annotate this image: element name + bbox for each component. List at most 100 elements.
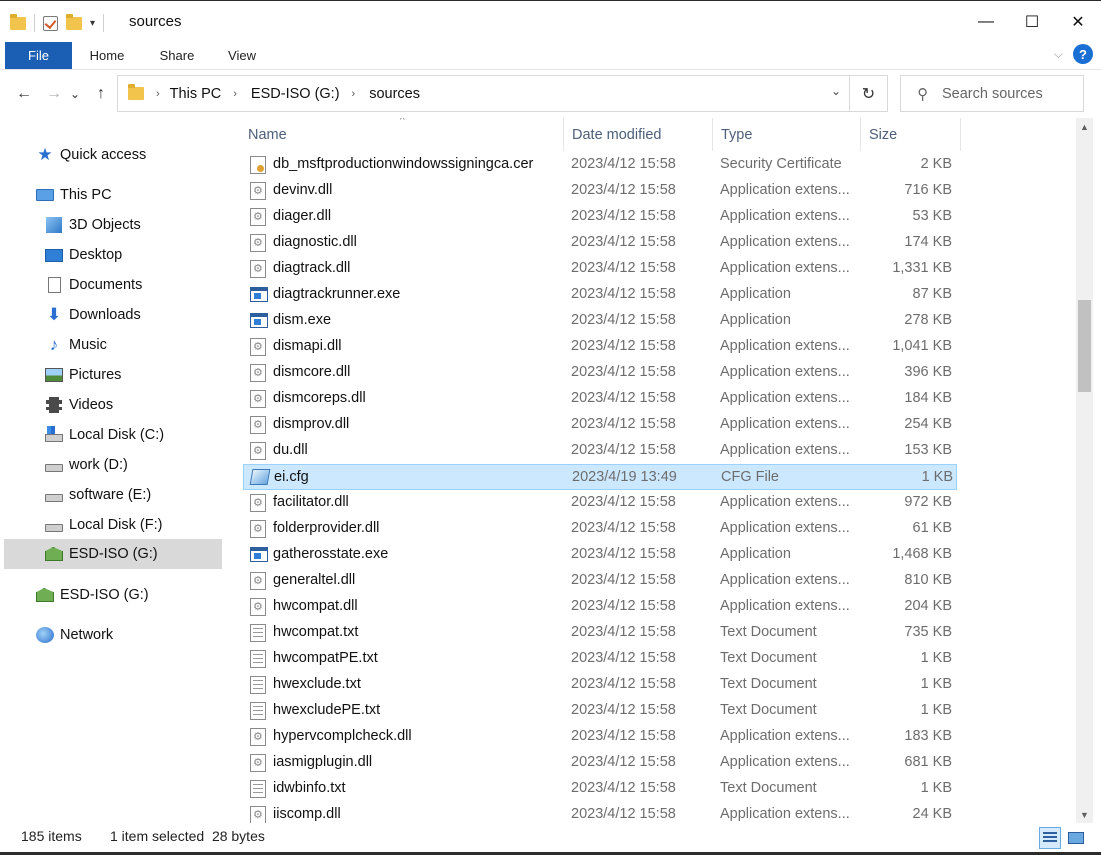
file-row[interactable]: generaltel.dll 2023/4/12 15:58 Application… [243,568,957,594]
file-row[interactable]: iiscomp.dll 2023/4/12 15:58 Application ex… [243,802,957,823]
tab-home[interactable]: Home [78,42,136,69]
file-row[interactable]: du.dll 2023/4/12 15:58 Application extens.… [243,438,957,464]
qat-separator [34,14,35,32]
breadcrumb-sources[interactable]: sources [369,86,420,102]
minimize-button[interactable]: — [963,1,1009,43]
sidebar-item-label: Local Disk (C:) [69,427,165,443]
file-row[interactable]: hypervcomplcheck.dll 2023/4/12 15:58 Appli… [243,724,957,750]
new-folder-icon[interactable] [66,13,82,30]
sidebar-item-downloads[interactable]: ⬇ Downloads [0,300,222,330]
sidebar-item-esd-iso-g[interactable]: ESD-ISO (G:) [4,539,222,569]
scrollbar-thumb[interactable] [1078,300,1091,392]
search-box[interactable]: ⚲ [900,75,1084,112]
file-row[interactable]: idwbinfo.txt 2023/4/12 15:58 Text Document… [243,776,957,802]
sidebar-item-local-disk-f[interactable]: Local Disk (F:) [0,510,222,540]
file-row[interactable]: hwcompatPE.txt 2023/4/12 15:58 Text Docume… [243,646,957,672]
scroll-down-button[interactable]: ▼ [1076,806,1093,823]
sidebar-item-label: Quick access [60,147,147,163]
chevron-right-icon[interactable]: › [156,88,160,100]
sidebar-item-desktop[interactable]: Desktop [0,240,222,270]
drive-icon [45,456,63,474]
expand-ribbon-icon[interactable]: ⌵ [1054,47,1063,62]
maximize-button[interactable]: ☐ [1009,1,1055,43]
file-row[interactable]: hwcompat.dll 2023/4/12 15:58 Application e… [243,594,957,620]
file-row[interactable]: dismprov.dll 2023/4/12 15:58 Application e… [243,412,957,438]
scroll-up-button[interactable]: ▲ [1076,118,1093,135]
address-bar[interactable]: › This PC › ESD-ISO (G:) › sources ⌄ [117,75,850,112]
file-row[interactable]: facilitator.dll 2023/4/12 15:58 Applicatio… [243,490,957,516]
file-row[interactable]: dismapi.dll 2023/4/12 15:58 Application ex… [243,334,957,360]
forward-button[interactable]: → [42,82,66,106]
file-row[interactable]: hwexclude.txt 2023/4/12 15:58 Text Documen… [243,672,957,698]
sidebar-item-software-e[interactable]: software (E:) [0,480,222,510]
file-row[interactable]: diagnostic.dll 2023/4/12 15:58 Application… [243,230,957,256]
file-row[interactable]: devinv.dll 2023/4/12 15:58 Application ext… [243,178,957,204]
breadcrumb-this-pc[interactable]: This PC [170,86,222,102]
file-row[interactable]: ei.cfg 2023/4/19 13:49 CFG File 1 KB [243,464,957,490]
sidebar-item-quick-access[interactable]: ★ Quick access [0,140,222,170]
search-input[interactable] [942,85,1082,102]
file-row[interactable]: gatherosstate.exe 2023/4/12 15:58 Applicat… [243,542,957,568]
file-type: Application extens... [720,260,850,276]
details-view-button[interactable] [1039,827,1061,849]
column-header-type[interactable]: Type [713,118,861,151]
chevron-right-icon[interactable]: › [352,88,356,100]
recent-locations-button[interactable]: ⌄ [66,82,84,106]
exe-file-icon [250,313,268,328]
file-row[interactable]: diager.dll 2023/4/12 15:58 Application ext… [243,204,957,230]
file-row[interactable]: dismcoreps.dll 2023/4/12 15:58 Application… [243,386,957,412]
file-row[interactable]: hwcompat.txt 2023/4/12 15:58 Text Document… [243,620,957,646]
help-icon[interactable]: ? [1073,44,1093,64]
breadcrumb-esd-iso[interactable]: ESD-ISO (G:) [251,86,340,102]
file-row[interactable]: dism.exe 2023/4/12 15:58 Application 278 KB [243,308,957,334]
text-file-icon [250,676,266,694]
column-header-name[interactable]: Name ^ [240,118,564,151]
file-size: 1 KB [920,650,952,666]
sidebar-item-3d-objects[interactable]: 3D Objects [0,210,222,240]
qat-dropdown-icon[interactable]: ▾ [90,18,95,29]
navigation-pane: ★ Quick access This PC 3D Objects Deskto… [0,118,225,823]
address-dropdown-icon[interactable]: ⌄ [831,84,841,98]
sidebar-item-documents[interactable]: Documents [0,270,222,300]
file-date-modified: 2023/4/12 15:58 [571,234,676,250]
vertical-scrollbar[interactable]: ▲ ▼ [1076,118,1093,823]
chevron-right-icon[interactable]: › [233,88,237,100]
window-controls: — ☐ ✕ [963,1,1101,43]
sidebar-item-videos[interactable]: Videos [0,390,222,420]
tab-view[interactable]: View [214,42,270,69]
file-row[interactable]: db_msftproductionwindowssigningca.cer 202… [243,152,957,178]
file-type: Application extens... [720,494,850,510]
sidebar-item-music[interactable]: ♪ Music [0,330,222,360]
file-row[interactable]: diagtrack.dll 2023/4/12 15:58 Application … [243,256,957,282]
sidebar-item-this-pc[interactable]: This PC [0,180,222,210]
file-row[interactable]: hwexcludePE.txt 2023/4/12 15:58 Text Docum… [243,698,957,724]
3d-objects-icon [45,216,63,234]
file-size: 183 KB [904,728,952,744]
tab-file[interactable]: File [5,42,72,69]
column-header-date[interactable]: Date modified [564,118,713,151]
file-date-modified: 2023/4/12 15:58 [571,416,676,432]
sidebar-item-pictures[interactable]: Pictures [0,360,222,390]
file-type: Application extens... [720,520,850,536]
sidebar-item-esd-iso-g-root[interactable]: ESD-ISO (G:) [0,580,222,610]
file-name: hwexclude.txt [273,676,361,692]
file-type: Application extens... [720,728,850,744]
sidebar-item-network[interactable]: Network [0,620,222,650]
tab-share[interactable]: Share [148,42,206,69]
sidebar-item-local-disk-c[interactable]: Local Disk (C:) [0,420,222,450]
file-row[interactable]: folderprovider.dll 2023/4/12 15:58 Applica… [243,516,957,542]
refresh-button[interactable]: ↻ [850,75,888,112]
properties-icon[interactable] [43,15,58,31]
file-row[interactable]: dismcore.dll 2023/4/12 15:58 Application e… [243,360,957,386]
file-date-modified: 2023/4/12 15:58 [571,182,676,198]
file-row[interactable]: iasmigplugin.dll 2023/4/12 15:58 Applicati… [243,750,957,776]
file-name: hypervcomplcheck.dll [273,728,412,744]
column-header-size[interactable]: Size [861,118,961,151]
file-row[interactable]: diagtrackrunner.exe 2023/4/12 15:58 Applic… [243,282,957,308]
sidebar-item-work-d[interactable]: work (D:) [0,450,222,480]
back-button[interactable]: ← [12,82,36,106]
sidebar-item-label: Local Disk (F:) [69,517,163,533]
large-icons-view-button[interactable] [1065,827,1087,849]
close-button[interactable]: ✕ [1055,1,1101,43]
up-button[interactable]: ↑ [89,82,113,106]
